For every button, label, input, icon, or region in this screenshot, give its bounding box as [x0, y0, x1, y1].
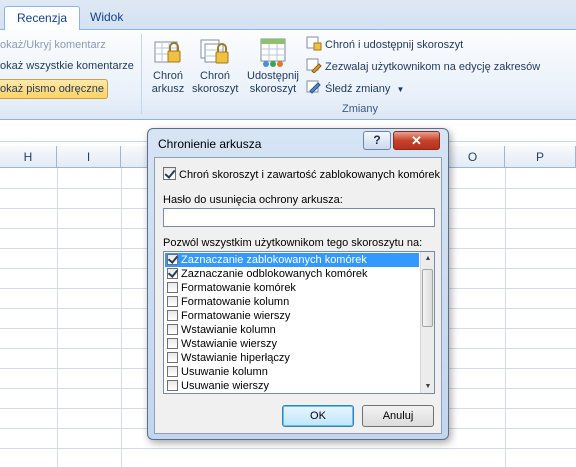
scrollbar-thumb[interactable] — [422, 269, 433, 327]
protect-sheet-icon — [154, 41, 181, 63]
permission-label: Formatowanie wierszy — [181, 310, 291, 322]
protect-sheet-dialog: Chronienie arkusza ? ✕ Chroń skoroszyt i… — [147, 128, 449, 440]
permission-label: Wstawianie hiperłączy — [181, 352, 290, 364]
grid-line — [505, 168, 506, 467]
password-input[interactable] — [163, 208, 435, 227]
protect-sheet-label: Chroń arkusz — [151, 70, 185, 95]
permission-checkbox[interactable] — [167, 366, 178, 377]
permission-item-select-locked[interactable]: Zaznaczanie zablokowanych komórek — [165, 253, 419, 267]
protect-share-icon — [306, 36, 322, 51]
permission-checkbox[interactable] — [167, 310, 178, 321]
ribbon-panel: okaż/Ukryj komentarz okaż wszystkie kome… — [0, 30, 576, 120]
protect-and-share-button[interactable]: Chroń i udostępnij skoroszyt — [306, 35, 463, 53]
show-all-comments-button[interactable]: okaż wszystkie komentarze — [0, 60, 134, 72]
show-hide-comment-button[interactable]: okaż/Ukryj komentarz — [0, 39, 106, 51]
track-changes-icon — [306, 80, 321, 94]
column-header-i[interactable]: I — [57, 146, 121, 168]
scroll-down-arrow-icon[interactable]: ▼ — [421, 380, 434, 393]
ribbon-tab-strip: Recenzja Widok — [0, 0, 576, 31]
column-header-p[interactable]: P — [505, 146, 576, 168]
tab-view[interactable]: Widok — [78, 6, 135, 31]
permission-checkbox[interactable] — [167, 338, 178, 349]
permission-label: Usuwanie wierszy — [181, 380, 270, 392]
protect-sheet-checkbox-label: Chroń skoroszyt i zawartość zablokowanyc… — [179, 169, 441, 181]
dialog-title: Chronienie arkusza — [158, 137, 262, 151]
permission-checkbox[interactable] — [167, 380, 178, 391]
tab-review[interactable]: Recenzja — [4, 6, 81, 31]
scroll-up-arrow-icon[interactable]: ▲ — [421, 252, 434, 265]
close-button[interactable]: ✕ — [393, 131, 440, 150]
permission-item-delete-columns[interactable]: Usuwanie kolumn — [165, 365, 419, 379]
permissions-list[interactable]: Zaznaczanie zablokowanych komórek Zaznac… — [163, 251, 435, 394]
help-button[interactable]: ? — [363, 131, 391, 150]
column-header-o[interactable]: O — [441, 146, 505, 168]
permission-label: Zaznaczanie zablokowanych komórek — [181, 254, 367, 266]
permissions-label: Pozwól wszystkim użytkownikom tego skoro… — [163, 237, 423, 249]
share-workbook-label: Udostępnij skoroszyt — [247, 70, 299, 95]
permission-item-insert-rows[interactable]: Wstawianie wierszy — [165, 337, 419, 351]
protect-sheet-checkbox[interactable] — [163, 167, 176, 180]
permission-item-delete-rows[interactable]: Usuwanie wierszy — [165, 379, 419, 393]
show-ink-button[interactable]: okaż pismo odręczne — [0, 79, 108, 99]
cancel-button[interactable]: Anuluj — [362, 405, 434, 427]
dialog-body: Chroń skoroszyt i zawartość zablokowanyc… — [154, 157, 442, 434]
allow-edit-ranges-label: Zezwalaj użytkownikom na edycję zakresów — [325, 61, 541, 73]
permission-label: Zaznaczanie odblokowanych komórek — [181, 268, 368, 280]
group-separator — [141, 34, 142, 114]
share-workbook-button[interactable]: Udostępnij skoroszyt — [242, 34, 304, 96]
grid-line — [0, 448, 576, 449]
permission-checkbox[interactable] — [167, 352, 178, 363]
permission-label: Wstawianie kolumn — [181, 324, 276, 336]
permission-label: Formatowanie komórek — [181, 282, 296, 294]
grid-line — [121, 168, 122, 467]
track-changes-label: Śledź zmiany — [325, 83, 391, 95]
grid-line — [57, 168, 58, 467]
allow-edit-ranges-button[interactable]: Zezwalaj użytkownikom na edycję zakresów — [306, 57, 540, 75]
permission-item-insert-columns[interactable]: Wstawianie kolumn — [165, 323, 419, 337]
list-scrollbar[interactable]: ▲ ▼ — [420, 252, 434, 393]
share-workbook-icon — [260, 38, 286, 67]
permission-checkbox[interactable] — [167, 254, 178, 265]
permission-item-format-rows[interactable]: Formatowanie wierszy — [165, 309, 419, 323]
protect-workbook-button[interactable]: Chroń skoroszyt — [192, 34, 238, 96]
protect-workbook-label: Chroń skoroszyt — [192, 70, 239, 95]
column-header-h[interactable]: H — [0, 146, 57, 168]
allow-edit-ranges-icon — [306, 58, 322, 74]
permission-label: Usuwanie kolumn — [181, 366, 268, 378]
permission-checkbox[interactable] — [167, 268, 178, 279]
permission-label: Wstawianie wierszy — [181, 338, 277, 350]
ok-button[interactable]: OK — [282, 405, 354, 427]
permission-item-insert-hyperlinks[interactable]: Wstawianie hiperłączy — [165, 351, 419, 365]
permission-checkbox[interactable] — [167, 296, 178, 307]
protect-workbook-icon — [200, 39, 229, 64]
password-label: Hasło do usunięcia ochrony arkusza: — [163, 194, 343, 206]
permission-label: Formatowanie kolumn — [181, 296, 290, 308]
track-changes-button[interactable]: Śledź zmiany ▼ — [306, 79, 404, 97]
permission-checkbox[interactable] — [167, 282, 178, 293]
permission-checkbox[interactable] — [167, 324, 178, 335]
protect-and-share-label: Chroń i udostępnij skoroszyt — [325, 39, 464, 51]
chevron-down-icon: ▼ — [396, 85, 405, 94]
permission-item-select-unlocked[interactable]: Zaznaczanie odblokowanych komórek — [165, 267, 419, 281]
permission-item-format-cells[interactable]: Formatowanie komórek — [165, 281, 419, 295]
changes-group-label: Zmiany — [341, 103, 379, 115]
protect-sheet-button[interactable]: Chroń arkusz — [146, 34, 190, 96]
permission-item-format-columns[interactable]: Formatowanie kolumn — [165, 295, 419, 309]
protect-sheet-checkbox-row[interactable]: Chroń skoroszyt i zawartość zablokowanyc… — [163, 167, 440, 181]
